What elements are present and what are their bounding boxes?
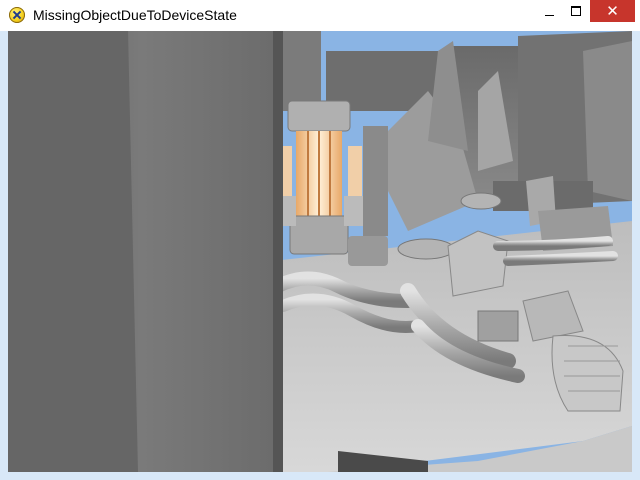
maximize-button[interactable] [563,0,589,22]
3d-scene [8,31,632,472]
app-window: MissingObjectDueToDeviceState ✕ [0,0,640,480]
title-bar[interactable]: MissingObjectDueToDeviceState ✕ [0,0,640,31]
close-button[interactable]: ✕ [590,0,635,22]
maximize-icon [571,6,581,16]
foreground-wall [8,31,283,472]
directx-sample-icon[interactable] [9,7,25,23]
render-viewport[interactable] [8,31,632,472]
window-title: MissingObjectDueToDeviceState [33,7,237,23]
minimize-button[interactable] [536,0,562,22]
minimize-icon [544,14,554,16]
close-icon: ✕ [606,2,619,20]
